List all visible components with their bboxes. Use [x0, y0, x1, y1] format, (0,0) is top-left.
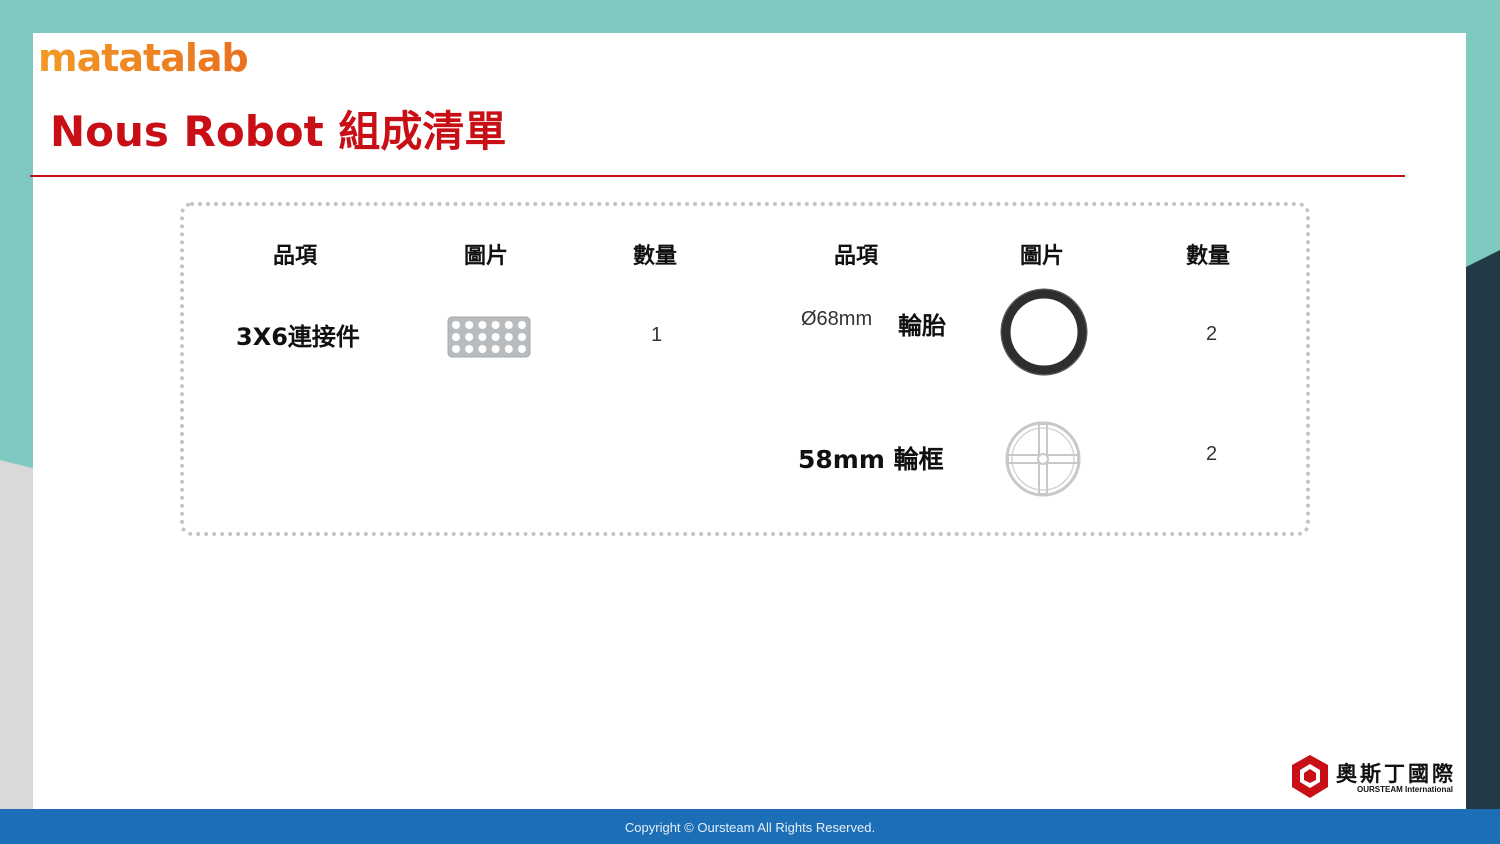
wheel-rim-image [1005, 421, 1081, 497]
connector-3x6-image [447, 316, 531, 358]
header-qty-right: 數量 [1186, 244, 1231, 269]
header-item-right: 品項 [834, 244, 879, 269]
brand-name-chinese: 奧斯丁國際 [1336, 762, 1456, 786]
tire-image [1000, 288, 1088, 376]
qty-connector: 1 [651, 324, 663, 346]
header-image-left: 圖片 [464, 244, 509, 269]
matatalab-logo: matatalab [38, 36, 249, 80]
header-item-left: 品項 [273, 244, 318, 269]
qty-tire: 2 [1206, 323, 1218, 345]
part-name-wheel-rim: 58mm 輪框 [798, 445, 944, 474]
part-name-tire-size: Ø68mm [801, 308, 873, 330]
qty-wheel-rim: 2 [1206, 443, 1218, 465]
header-qty-left: 數量 [633, 244, 678, 269]
footer-copyright: Copyright © Oursteam All Rights Reserved… [624, 820, 876, 835]
title-divider [30, 175, 1405, 177]
header-image-right: 圖片 [1020, 244, 1065, 269]
part-name-connector: 3X6連接件 [236, 323, 360, 351]
brand-name-english: OURSTEAM International [1357, 785, 1454, 794]
part-name-tire: 輪胎 [898, 312, 946, 340]
parts-table-frame [180, 202, 1310, 536]
page-title: Nous Robot 組成清單 [50, 107, 507, 156]
